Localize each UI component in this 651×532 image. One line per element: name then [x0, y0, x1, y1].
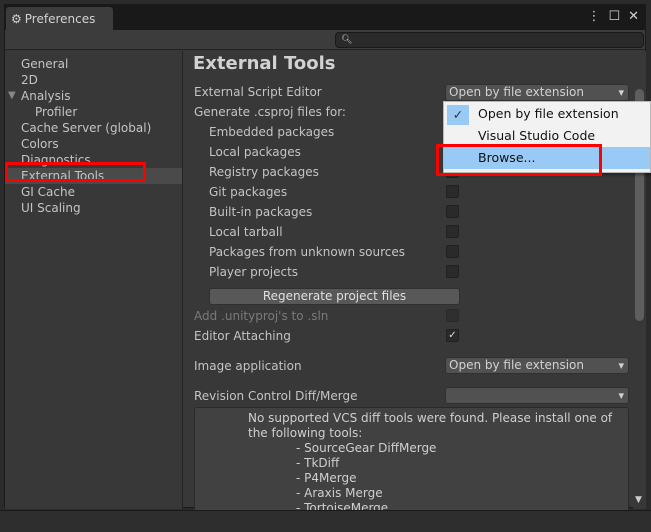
- image-app-label: Image application: [194, 359, 302, 373]
- pkg-embedded-label: Embedded packages: [209, 125, 335, 139]
- pkg-player-label: Player projects: [209, 265, 299, 279]
- regenerate-button[interactable]: Regenerate project files: [209, 288, 460, 305]
- tool-item: - TkDiff: [296, 456, 340, 470]
- tool-item: - Araxis Merge: [296, 486, 383, 500]
- sidebar: General 2D ▼ Analysis Profiler Cache Serv…: [5, 51, 183, 509]
- gear-icon: ⚙: [11, 11, 22, 26]
- sidebar-item-label: Analysis: [21, 89, 71, 103]
- close-icon[interactable]: ✕: [628, 9, 639, 24]
- scroll-down-icon[interactable]: ▼: [635, 495, 642, 505]
- script-editor-dropdown[interactable]: Open by file extension: [445, 84, 629, 101]
- menu-item-open-by-extension[interactable]: ✓ Open by file extension: [444, 103, 650, 125]
- diff-dropdown[interactable]: [445, 387, 629, 404]
- highlight-box-browse: [436, 144, 602, 176]
- page-title: External Tools: [193, 53, 336, 74]
- checkmark-icon: ✓: [447, 105, 469, 125]
- sidebar-item-profiler[interactable]: Profiler: [5, 104, 182, 120]
- sidebar-item-cache-server[interactable]: Cache Server (global): [5, 120, 182, 136]
- generate-label: Generate .csproj files for:: [194, 105, 346, 119]
- window-title: Preferences: [24, 11, 96, 26]
- pkg-local-label: Local packages: [209, 145, 301, 159]
- search-input[interactable]: 🔍︎: [335, 32, 644, 48]
- tool-item: - P4Merge: [296, 471, 357, 485]
- editor-attaching-label: Editor Attaching: [194, 329, 291, 343]
- sidebar-item-analysis[interactable]: ▼ Analysis: [5, 88, 182, 104]
- preferences-window: ⚙ Preferences ⋮ ☐ ✕ 🔍︎ General 2D ▼ Analy…: [4, 4, 646, 517]
- menu-item-label: Open by file extension: [478, 106, 619, 121]
- highlight-box-external-tools: [5, 162, 146, 182]
- checkmark-icon: ✓: [448, 330, 457, 341]
- pkg-builtin-checkbox[interactable]: [446, 205, 459, 218]
- tab-bar: ⚙ Preferences ⋮ ☐ ✕: [5, 5, 645, 30]
- tab-preferences[interactable]: ⚙ Preferences: [6, 7, 113, 30]
- sidebar-item-2d[interactable]: 2D: [5, 72, 182, 88]
- image-app-dropdown[interactable]: Open by file extension: [445, 357, 629, 374]
- vcs-help-box: No supported VCS diff tools were found. …: [194, 407, 629, 517]
- pkg-git-checkbox[interactable]: [446, 185, 459, 198]
- editor-attaching-checkbox[interactable]: ✓: [446, 329, 459, 342]
- search-icon: 🔍︎: [341, 35, 353, 45]
- pkg-unknown-checkbox[interactable]: [446, 245, 459, 258]
- search-row: 🔍︎: [5, 30, 645, 50]
- more-icon[interactable]: ⋮: [587, 9, 600, 24]
- pkg-tarball-checkbox[interactable]: [446, 225, 459, 238]
- tool-item: - SourceGear DiffMerge: [296, 441, 437, 455]
- script-editor-label: External Script Editor: [194, 85, 322, 99]
- bottom-bar: [0, 510, 651, 532]
- pkg-tarball-label: Local tarball: [209, 225, 283, 239]
- help-text: No supported VCS diff tools were found. …: [248, 411, 613, 440]
- expand-triangle-icon[interactable]: ▼: [8, 88, 16, 104]
- sidebar-item-general[interactable]: General: [5, 56, 182, 72]
- add-unityproj-label: Add .unityproj's to .sln: [194, 309, 329, 323]
- diff-label: Revision Control Diff/Merge: [194, 389, 358, 403]
- pkg-builtin-label: Built-in packages: [209, 205, 313, 219]
- add-unityproj-checkbox: [446, 309, 459, 322]
- pkg-player-checkbox[interactable]: [446, 265, 459, 278]
- pkg-unknown-label: Packages from unknown sources: [209, 245, 405, 259]
- sidebar-item-ui-scaling[interactable]: UI Scaling: [5, 200, 182, 216]
- pkg-registry-label: Registry packages: [209, 165, 319, 179]
- pkg-git-label: Git packages: [209, 185, 288, 199]
- maximize-icon[interactable]: ☐: [608, 9, 620, 24]
- sidebar-item-gi-cache[interactable]: GI Cache: [5, 184, 182, 200]
- sidebar-item-colors[interactable]: Colors: [5, 136, 182, 152]
